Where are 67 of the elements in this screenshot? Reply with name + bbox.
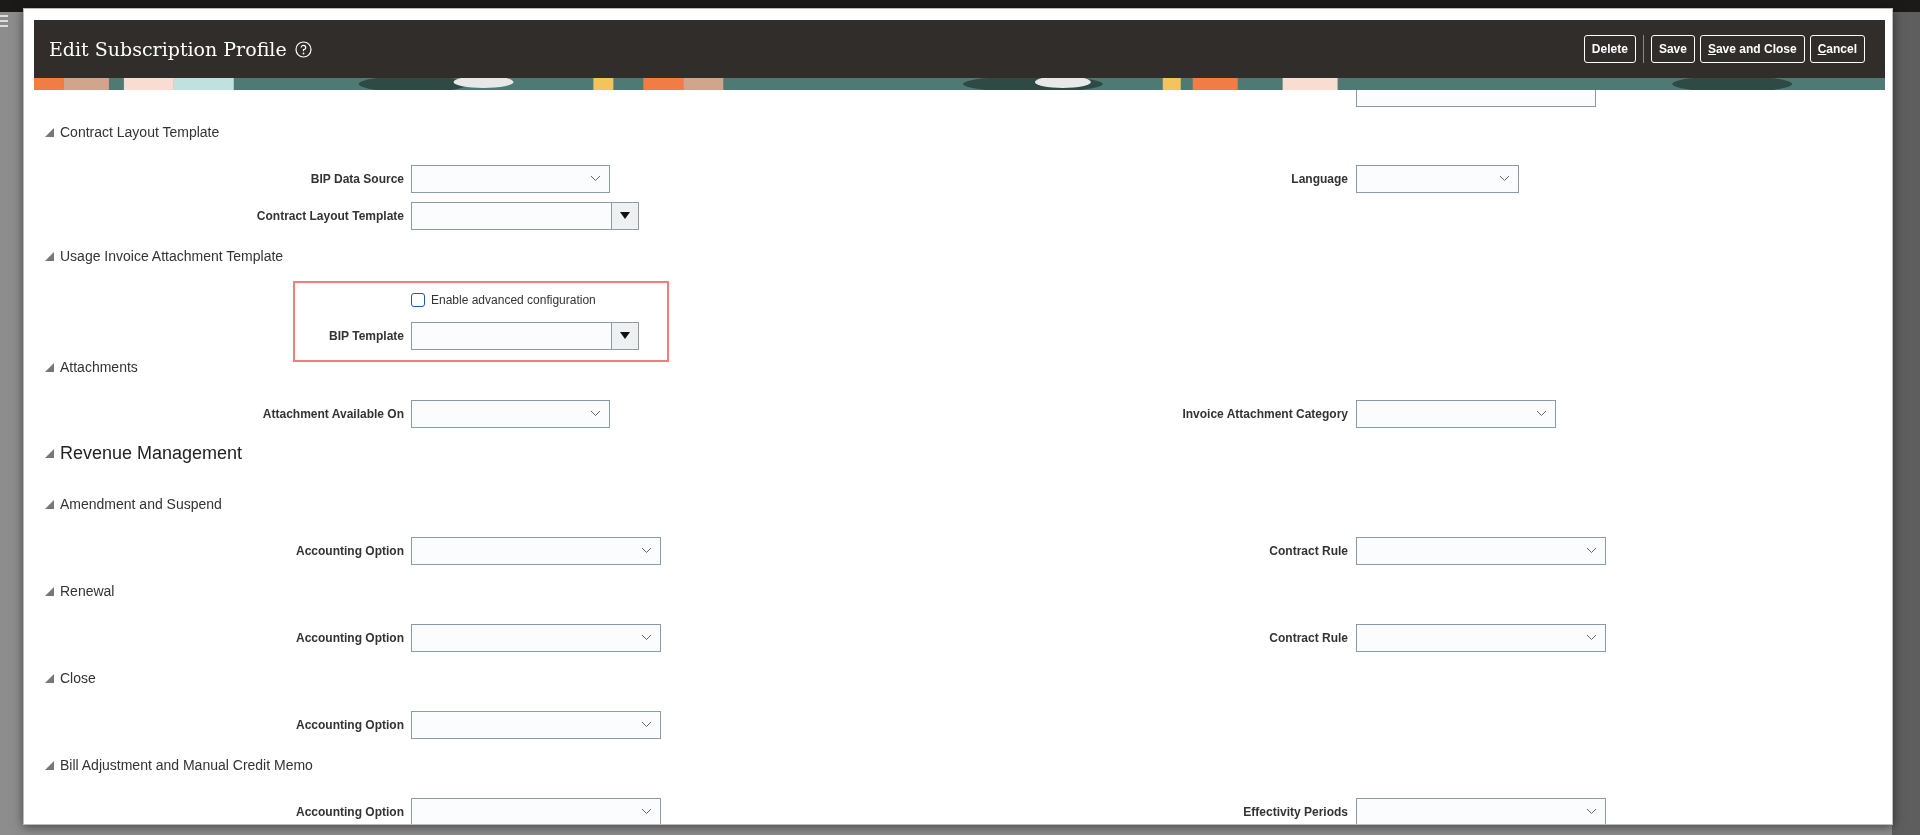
dropdown-field[interactable] <box>411 623 661 652</box>
section-heading: Revenue Management <box>60 441 243 465</box>
header-button[interactable]: Save <box>1650 35 1695 63</box>
subsection-heading: Renewal <box>60 581 115 601</box>
dropdown-button[interactable] <box>612 321 639 350</box>
dropdown-field[interactable] <box>411 164 610 193</box>
menu-icon[interactable] <box>0 14 8 28</box>
dropdown-field[interactable] <box>411 710 661 739</box>
field-label: BIP Data Source <box>310 170 404 188</box>
dropdown-field[interactable] <box>1356 164 1519 193</box>
chevron-down-icon <box>1586 808 1597 815</box>
chevron-down-icon <box>1586 547 1597 554</box>
checkbox[interactable] <box>411 292 425 307</box>
collapse-triangle-icon[interactable] <box>45 499 54 509</box>
field-label: Accounting Option <box>296 542 404 560</box>
caret-down-icon <box>620 212 630 219</box>
field-label: Accounting Option <box>296 716 404 734</box>
dropdown-field[interactable] <box>1356 797 1606 824</box>
field-label: Attachment Available On <box>262 405 404 423</box>
checkbox-label: Enable advanced configuration <box>431 291 596 309</box>
chevron-down-icon <box>590 410 601 417</box>
header-button[interactable]: Save and Close <box>1699 35 1805 63</box>
dropdown-field[interactable] <box>1356 536 1606 565</box>
field-label: Accounting Option <box>296 803 404 821</box>
dropdown-field[interactable] <box>1356 623 1606 652</box>
chevron-down-icon <box>641 808 652 815</box>
help-icon[interactable] <box>294 40 312 58</box>
subsection-heading: Close <box>60 668 96 688</box>
field-label: BIP Template <box>329 327 404 345</box>
header-button[interactable]: Delete <box>1583 35 1636 63</box>
collapse-triangle-icon[interactable] <box>45 760 54 770</box>
header-button[interactable]: Cancel <box>1809 35 1865 63</box>
dropdown-field[interactable] <box>411 536 661 565</box>
collapse-triangle-icon[interactable] <box>45 586 54 596</box>
field-label: Language <box>1291 170 1348 188</box>
field-label: Contract Layout Template <box>256 207 404 225</box>
field-label: Effectivity Periods <box>1243 803 1348 821</box>
dropdown-field[interactable] <box>1356 399 1556 428</box>
collapse-triangle-icon[interactable] <box>45 448 54 458</box>
subsection-heading: Usage Invoice Attachment Template <box>60 246 284 266</box>
dropdown-button[interactable] <box>612 201 639 230</box>
chevron-down-icon <box>1586 634 1597 641</box>
field-label: Contract Rule <box>1269 542 1348 560</box>
collapse-triangle-icon[interactable] <box>45 127 54 137</box>
dropdown-field[interactable] <box>411 797 661 824</box>
chevron-down-icon <box>641 634 652 641</box>
input-field[interactable] <box>411 321 612 350</box>
subsection-heading: Attachments <box>60 357 138 377</box>
field-label: Accounting Option <box>296 629 404 647</box>
chevron-down-icon <box>641 547 652 554</box>
dropdown-field[interactable] <box>411 399 610 428</box>
caret-down-icon <box>620 332 630 339</box>
chevron-down-icon <box>1536 410 1547 417</box>
chevron-down-icon <box>590 175 601 182</box>
subsection-heading: Amendment and Suspend <box>60 494 222 514</box>
collapse-triangle-icon[interactable] <box>45 251 54 261</box>
subsection-heading: Contract Layout Template <box>60 122 220 142</box>
field-label: Invoice Attachment Category <box>1182 405 1348 423</box>
collapse-triangle-icon[interactable] <box>45 362 54 372</box>
input-field[interactable] <box>411 201 612 230</box>
chevron-down-icon <box>641 721 652 728</box>
subsection-heading: Bill Adjustment and Manual Credit Memo <box>60 755 313 775</box>
collapse-triangle-icon[interactable] <box>45 673 54 683</box>
field-label: Contract Rule <box>1269 629 1348 647</box>
dialog-title: Edit Subscription Profile <box>49 36 287 62</box>
chevron-down-icon <box>1499 175 1510 182</box>
input-field[interactable] <box>1356 90 1596 107</box>
